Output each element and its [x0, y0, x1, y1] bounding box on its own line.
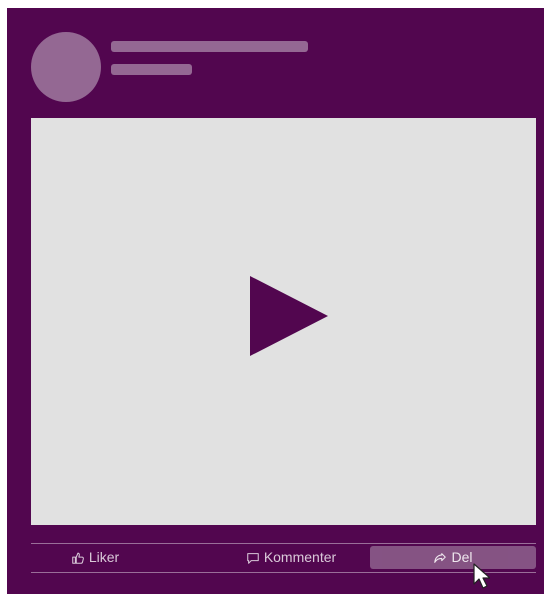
share-arrow-icon — [433, 551, 447, 565]
comment-label: Kommenter — [263, 549, 337, 565]
like-label: Liker — [88, 549, 120, 565]
video-player[interactable] — [31, 118, 536, 525]
actions-top-divider — [31, 543, 536, 544]
post-actions-bar: Liker Kommenter Del — [31, 546, 536, 570]
video-post-card: Liker Kommenter Del — [7, 8, 544, 594]
speech-bubble-icon — [246, 551, 260, 565]
share-button[interactable]: Del — [370, 546, 536, 569]
like-button[interactable]: Liker — [31, 546, 159, 569]
thumbs-up-icon — [71, 551, 85, 565]
share-label: Del — [451, 549, 473, 565]
author-name-placeholder[interactable] — [111, 41, 308, 52]
play-icon[interactable] — [250, 276, 328, 356]
comment-button[interactable]: Kommenter — [191, 546, 391, 569]
avatar-placeholder[interactable] — [31, 32, 101, 102]
actions-bottom-divider — [31, 572, 536, 573]
post-meta-placeholder — [111, 64, 192, 75]
